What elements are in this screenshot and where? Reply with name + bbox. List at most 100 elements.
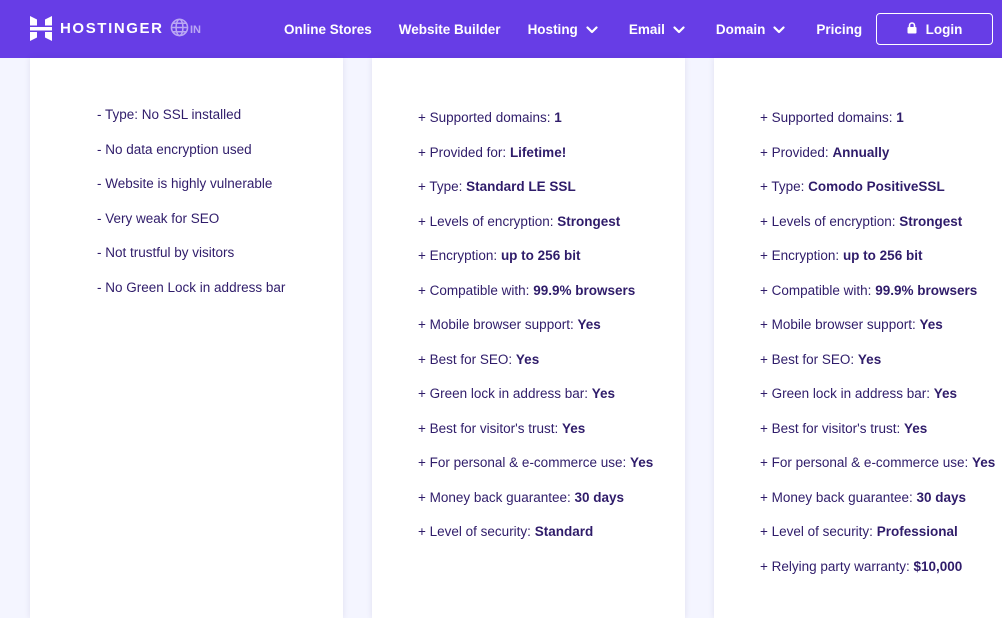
feature-value: Yes (857, 351, 882, 367)
feature-prefix: + (760, 317, 772, 332)
lock-icon (907, 21, 926, 37)
nav-label: Online Stores (284, 21, 372, 37)
login-label: Login (925, 21, 963, 37)
feature-value: Yes (933, 386, 958, 401)
feature-value: Yes (919, 317, 943, 332)
nav-label: Hosting (527, 21, 578, 37)
feature-label: Levels of encryption: (771, 213, 900, 229)
feature-item: - Type: No SSL installed (97, 107, 285, 142)
feature-label: Best for visitor's trust: (771, 420, 904, 436)
chevron-down-icon (773, 22, 785, 37)
feature-label: No Green Lock in address bar (105, 279, 286, 295)
feature-label: Provided for: (429, 144, 510, 160)
feature-item: + Money back guarantee: 30 days (760, 490, 995, 525)
nav-pricing[interactable]: Pricing (816, 22, 862, 37)
feature-value: Yes (591, 386, 616, 401)
feature-label: Best for SEO: (429, 351, 516, 367)
feature-item: + Compatible with: 99.9% browsers (418, 283, 653, 318)
login-button[interactable]: Login (876, 13, 993, 45)
feature-value: 99.9% browsers (533, 282, 636, 298)
feature-label: Levels of encryption: (429, 213, 558, 229)
feature-value: $10,000 (913, 558, 963, 574)
feature-label: Supported domains: (771, 110, 897, 125)
feature-prefix: + (418, 110, 430, 125)
feature-prefix: - (97, 107, 106, 122)
feature-value: up to 256 bit (500, 248, 581, 263)
feature-prefix: + (760, 144, 772, 160)
feature-value: 1 (554, 110, 562, 125)
feature-label: Relying party warranty: (771, 558, 914, 574)
feature-prefix: - (97, 245, 106, 260)
language-selector[interactable]: IN (170, 18, 201, 42)
feature-label: Compatible with: (429, 282, 534, 298)
feature-prefix: + (418, 455, 430, 470)
chevron-down-icon (586, 22, 598, 37)
feature-prefix: + (418, 386, 430, 401)
hostinger-logo-icon (30, 16, 52, 41)
plan-card-standard-ssl: + Supported domains: 1 + Provided for: Li… (372, 58, 685, 618)
feature-prefix: - (97, 176, 106, 191)
feature-item: + Levels of encryption: Strongest (418, 214, 653, 249)
feature-label: Green lock in address bar: (429, 386, 592, 401)
feature-prefix: + (418, 524, 430, 539)
feature-prefix: + (418, 213, 430, 229)
feature-label: Supported domains: (429, 110, 555, 125)
feature-label: Very weak for SEO (105, 210, 220, 226)
plan-card-no-ssl: - Type: No SSL installed - No data encryp… (30, 58, 343, 618)
nav-domain[interactable]: Domain (716, 22, 786, 37)
feature-value: 30 days (916, 489, 967, 505)
feature-prefix: + (418, 420, 430, 436)
feature-value: Yes (629, 455, 654, 470)
feature-prefix: + (760, 386, 772, 401)
feature-prefix: + (760, 455, 772, 470)
feature-prefix: + (760, 282, 772, 298)
feature-label: Website is highly vulnerable (105, 176, 273, 191)
feature-list: - Type: No SSL installed - No data encryp… (97, 107, 285, 314)
nav-label: Website Builder (398, 21, 501, 37)
feature-prefix: + (760, 248, 772, 263)
feature-label: Compatible with: (771, 282, 876, 298)
feature-value: Professional (876, 524, 958, 539)
feature-item: + For personal & e-commerce use: Yes (418, 455, 653, 490)
nav-hosting[interactable]: Hosting (528, 22, 598, 37)
feature-prefix: + (760, 489, 772, 505)
feature-item: + Best for SEO: Yes (760, 352, 995, 387)
feature-item: + Encryption: up to 256 bit (760, 248, 995, 283)
feature-item: + Provided for: Lifetime! (418, 145, 653, 180)
feature-prefix: - (97, 141, 106, 157)
feature-item: + Supported domains: 1 (418, 110, 653, 145)
feature-prefix: - (97, 210, 106, 226)
feature-item: + Best for visitor's trust: Yes (760, 421, 995, 456)
feature-value: 99.9% browsers (875, 282, 978, 298)
brand-name: HOSTINGER (60, 20, 164, 37)
main-nav: Online Stores Website Builder Hosting Em… (284, 0, 862, 58)
feature-item: + Mobile browser support: Yes (760, 317, 995, 352)
nav-online-stores[interactable]: Online Stores (284, 22, 372, 37)
feature-item: + Mobile browser support: Yes (418, 317, 653, 352)
nav-email[interactable]: Email (629, 22, 685, 37)
feature-value: Standard (534, 524, 594, 539)
feature-item: - Not trustful by visitors (97, 245, 285, 280)
feature-prefix: - (97, 279, 106, 295)
feature-label: Best for SEO: (771, 351, 858, 367)
feature-value: Yes (515, 351, 540, 367)
feature-item: + Relying party warranty: $10,000 (760, 559, 995, 594)
chevron-down-icon (673, 22, 685, 37)
feature-label: Type: (771, 179, 809, 194)
feature-prefix: + (418, 351, 430, 367)
hostinger-logo[interactable]: HOSTINGER (30, 16, 164, 41)
feature-prefix: + (760, 351, 772, 367)
feature-item: + Best for visitor's trust: Yes (418, 421, 653, 456)
nav-website-builder[interactable]: Website Builder (399, 22, 501, 37)
feature-item: + Type: Comodo PositiveSSL (760, 179, 995, 214)
feature-prefix: + (418, 144, 430, 160)
nav-label: Email (628, 21, 665, 37)
feature-value: Comodo PositiveSSL (808, 179, 945, 194)
feature-value: 30 days (574, 489, 625, 505)
feature-value: Yes (971, 455, 996, 470)
feature-value: Strongest (899, 213, 963, 229)
feature-prefix: + (418, 248, 430, 263)
feature-label: Level of security: (771, 524, 877, 539)
feature-value: up to 256 bit (842, 248, 923, 263)
feature-label: Money back guarantee: (771, 489, 917, 505)
